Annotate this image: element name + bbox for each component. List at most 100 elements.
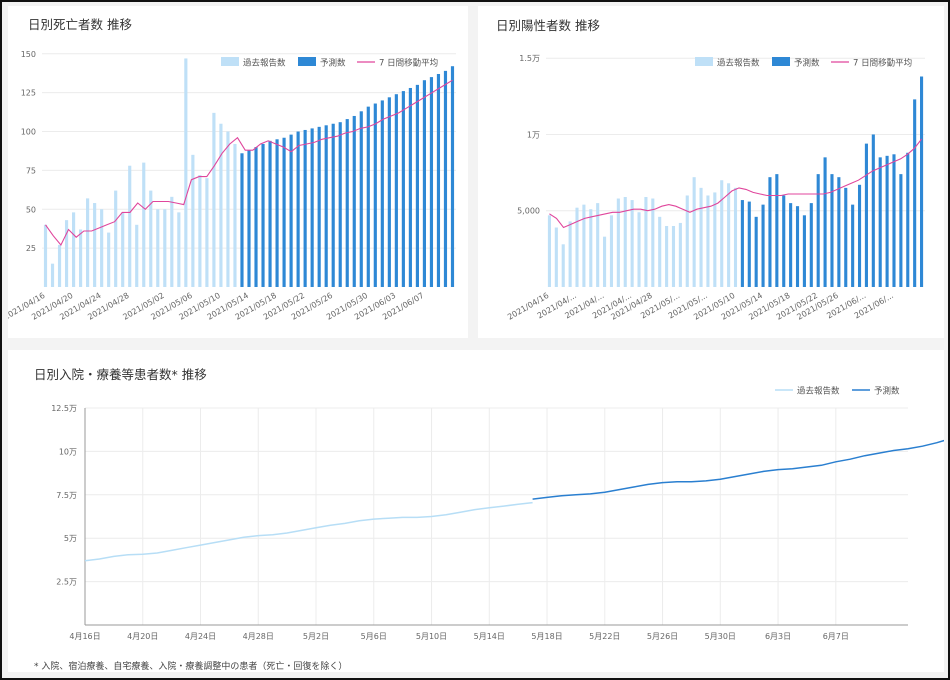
y-tick-label: 7.5万 [56, 491, 77, 500]
y-tick-label: 150 [21, 50, 36, 59]
y-tick-label: 25 [26, 244, 36, 253]
x-tick-label: 5月30日 [705, 632, 736, 641]
bar-forecast [310, 128, 314, 287]
bar-past [706, 195, 710, 287]
positives-panel: 日別陽性者数 推移 5,000 1万 1.5万 2021/04/16 2021/04/.… [478, 6, 944, 338]
legend-label-2: 7 日間移動平均 [379, 58, 438, 69]
bar-forecast [261, 143, 265, 287]
y-tick-label: 100 [21, 128, 36, 137]
bar-forecast [380, 100, 384, 287]
x-tick-label: 4月24日 [185, 632, 216, 641]
inpatients-chart-title: 日別入院・療養等患者数* 推移 [34, 367, 207, 382]
x-tick-label: 4月28日 [243, 632, 274, 641]
bar-past [554, 227, 558, 287]
bar-forecast [775, 174, 779, 287]
y-tick-label: 1.5万 [519, 54, 540, 63]
bar-past [177, 212, 181, 287]
bar-forecast [268, 140, 272, 287]
bar-past [142, 162, 146, 287]
y-tick-label: 125 [21, 89, 36, 98]
bar-forecast [345, 119, 349, 287]
x-tick-label: 6月7日 [823, 632, 849, 641]
bar-forecast [878, 157, 882, 287]
bar-forecast [408, 87, 412, 287]
bar-past [233, 143, 237, 287]
x-tick-label: 5月22日 [589, 632, 620, 641]
x-tick-label: 5月14日 [474, 632, 505, 641]
line-past [84, 501, 533, 562]
bar-past [100, 209, 104, 287]
legend-swatch-1 [772, 57, 790, 66]
bar-forecast [254, 147, 258, 287]
bar-past [135, 224, 139, 287]
x-tick-label: 4月16日 [69, 632, 100, 641]
legend-label-0: 過去報告数 [797, 386, 840, 397]
bar-past [43, 224, 48, 287]
x-tick-label: 6月3日 [765, 632, 791, 641]
legend-swatch-0 [221, 57, 239, 66]
bar-past [609, 215, 614, 287]
bar-past [191, 154, 195, 287]
dashboard-frame: 日別死亡者数 推移 25 50 75 100 125 150 2021/04/16 2021/… [0, 0, 950, 680]
x-tick-label: 5月26日 [647, 632, 678, 641]
bar-forecast [331, 123, 335, 287]
bar-forecast [747, 201, 751, 287]
y-tick-label: 5,000 [517, 207, 540, 216]
bar-past [651, 198, 655, 287]
bar-forecast [401, 91, 405, 287]
bar-forecast [289, 134, 293, 287]
positives-chart-title: 日別陽性者数 推移 [496, 18, 600, 33]
bar-forecast [275, 139, 279, 287]
bar-past [198, 175, 202, 287]
bar-forecast [415, 84, 419, 287]
footnote: * 入院、宿泊療養、自宅療養、入院・療養調整中の患者（死亡・回復を除く） [34, 662, 348, 672]
bar-forecast [387, 97, 391, 287]
bar-past [163, 209, 167, 287]
legend-label-1: 予測数 [794, 58, 820, 69]
bar-forecast [338, 122, 342, 287]
bar-past [603, 236, 607, 287]
bar-past [547, 215, 551, 287]
legend-label-1: 予測数 [874, 386, 900, 397]
bar-forecast [761, 204, 765, 287]
bar-forecast [802, 215, 806, 287]
bar-past [692, 177, 696, 287]
bar-forecast [317, 126, 321, 287]
bar-past [57, 245, 62, 287]
inpatients-panel: 日別入院・療養等患者数* 推移 2.5万 5万 7.5万 10万 12.5万 4月16日 4… [8, 350, 950, 672]
bar-past [71, 212, 76, 287]
bar-past [671, 225, 676, 287]
bar-forecast [837, 177, 841, 287]
bar-forecast [906, 152, 910, 287]
bar-past [699, 187, 703, 287]
bar-forecast [871, 134, 875, 287]
line-forecast [532, 438, 950, 500]
bar-past [205, 178, 209, 287]
bar-forecast [844, 187, 848, 287]
bar-forecast [754, 216, 758, 287]
x-tick-label: 4月20日 [127, 632, 158, 641]
bar-forecast [324, 125, 328, 287]
bar-past [720, 180, 724, 287]
bar-forecast [394, 94, 398, 287]
bar-past [589, 209, 593, 287]
bar-past [637, 212, 641, 287]
x-tick-label: 5月2日 [303, 632, 329, 641]
y-tick-label: 75 [26, 166, 36, 175]
bar-forecast [429, 77, 434, 287]
bar-forecast [851, 204, 855, 287]
y-tick-label: 5万 [64, 534, 77, 543]
bar-forecast [885, 155, 889, 287]
x-tick-label: 5月6日 [361, 632, 387, 641]
bar-past [561, 244, 565, 287]
bar-past [685, 195, 689, 287]
bar-past [86, 198, 90, 287]
bar-forecast [823, 157, 827, 287]
y-tick-label: 1万 [527, 130, 540, 139]
bar-forecast [373, 103, 377, 288]
bar-forecast [450, 66, 455, 287]
bar-past [630, 200, 634, 287]
legend-label-0: 過去報告数 [717, 58, 760, 69]
inpatients-chart: 2.5万 5万 7.5万 10万 12.5万 4月16日 4月20日 4月24日 4月28日 5月… [51, 386, 950, 641]
bar-past [114, 190, 118, 287]
